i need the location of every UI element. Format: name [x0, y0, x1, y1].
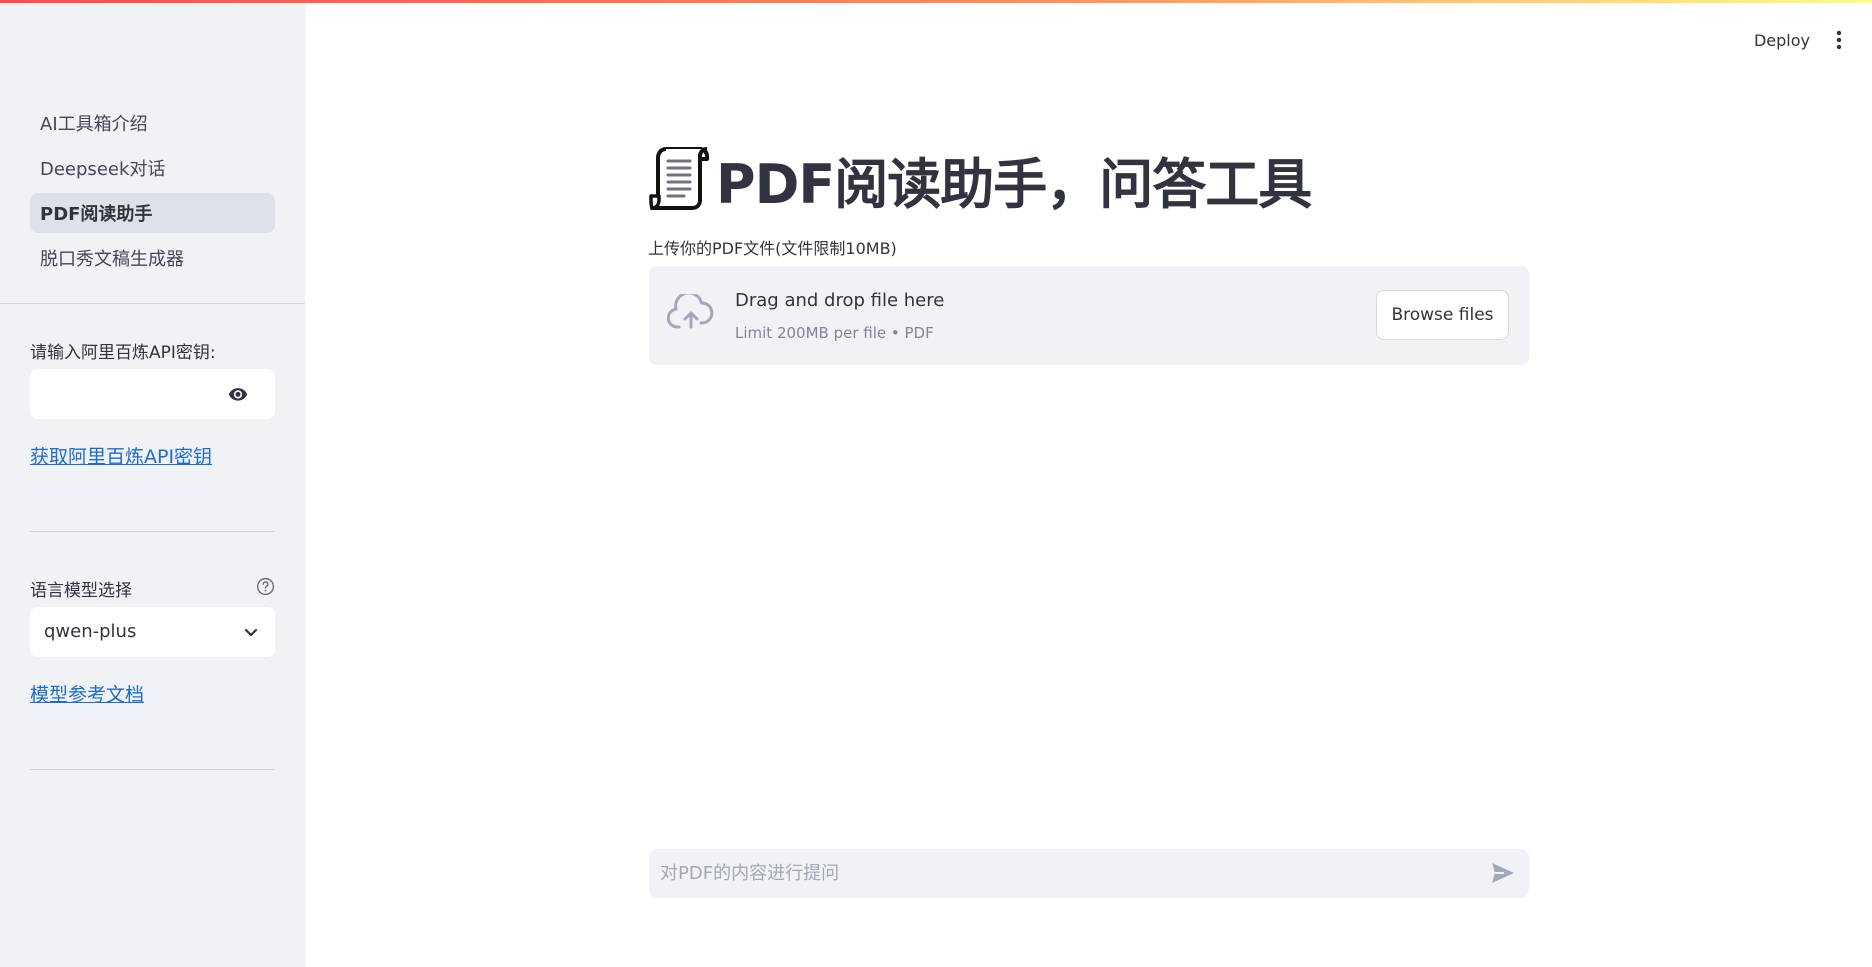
chevron-down-icon — [244, 628, 258, 637]
page-title-text: PDF阅读助手，问答工具 — [716, 152, 1312, 216]
chat-input-container — [649, 849, 1529, 898]
model-select-label: 语言模型选择 — [30, 581, 132, 601]
send-icon[interactable] — [1491, 862, 1515, 884]
kebab-menu-icon[interactable] — [1836, 30, 1842, 50]
top-decoration-bar — [0, 0, 1872, 3]
help-icon[interactable] — [256, 577, 275, 596]
sidebar-item-deepseek-chat[interactable]: Deepseek对话 — [30, 148, 275, 188]
sidebar-divider-bottom — [30, 769, 275, 770]
sidebar-item-ai-intro[interactable]: AI工具箱介绍 — [30, 103, 275, 143]
get-api-key-link[interactable]: 获取阿里百炼API密钥 — [30, 442, 212, 469]
sidebar-nav: AI工具箱介绍 Deepseek对话 PDF阅读助手 脱口秀文稿生成器 — [30, 103, 275, 283]
model-select-value: qwen-plus — [44, 621, 137, 642]
sidebar-divider — [30, 531, 275, 532]
app-header: Deploy — [1754, 30, 1842, 50]
sidebar: AI工具箱介绍 Deepseek对话 PDF阅读助手 脱口秀文稿生成器 请输入阿… — [0, 0, 305, 967]
model-select[interactable]: qwen-plus — [30, 607, 275, 657]
browse-files-button[interactable]: Browse files — [1376, 290, 1509, 340]
scroll-icon — [649, 147, 709, 210]
page-title: PDF阅读助手，问答工具 — [648, 140, 1312, 218]
chat-input[interactable] — [649, 849, 1469, 898]
cloud-upload-icon — [667, 294, 714, 329]
dropzone-title: Drag and drop file here — [735, 290, 945, 311]
file-dropzone[interactable]: Drag and drop file here Limit 200MB per … — [649, 266, 1529, 365]
sidebar-item-standup-generator[interactable]: 脱口秀文稿生成器 — [30, 238, 275, 278]
api-key-input[interactable] — [30, 369, 275, 419]
sidebar-item-pdf-reader[interactable]: PDF阅读助手 — [30, 193, 275, 233]
sidebar-nav-divider — [0, 303, 305, 304]
eye-icon[interactable] — [227, 384, 249, 404]
upload-label: 上传你的PDF文件(文件限制10MB) — [648, 239, 897, 258]
api-key-label: 请输入阿里百炼API密钥: — [30, 343, 216, 363]
dropzone-subtitle: Limit 200MB per file • PDF — [735, 324, 934, 342]
model-docs-link[interactable]: 模型参考文档 — [30, 680, 144, 707]
deploy-button[interactable]: Deploy — [1754, 31, 1810, 50]
